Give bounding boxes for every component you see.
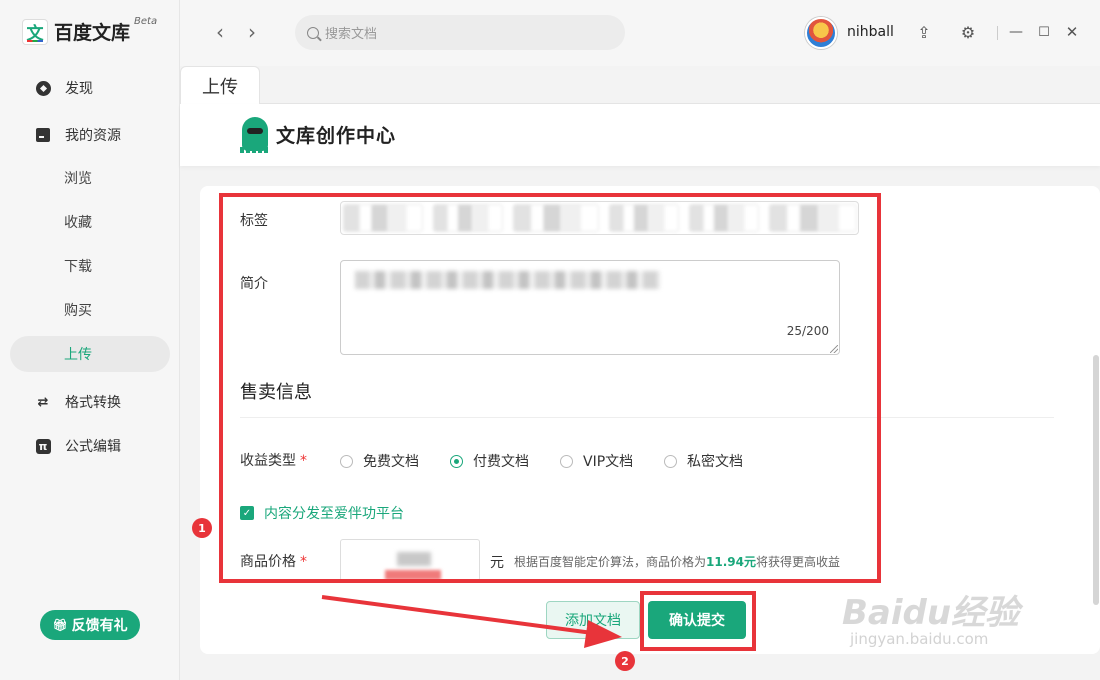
watermark-url: jingyan.baidu.com bbox=[850, 630, 989, 648]
annotation-arrow-icon bbox=[321, 595, 622, 648]
watermark-brand: Baidu经验 bbox=[842, 593, 1020, 633]
